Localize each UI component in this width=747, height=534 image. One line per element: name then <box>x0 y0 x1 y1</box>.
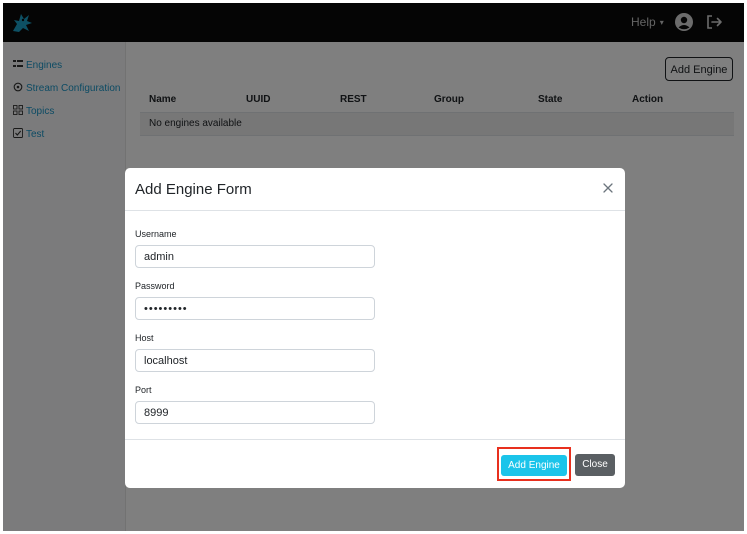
host-label: Host <box>135 333 154 343</box>
host-input[interactable] <box>135 349 375 372</box>
password-input[interactable] <box>135 297 375 320</box>
add-engine-modal: Add Engine Form Username Password Host P… <box>125 168 625 488</box>
port-input[interactable] <box>135 401 375 424</box>
password-label: Password <box>135 281 175 291</box>
highlight-box <box>497 447 571 481</box>
app-window: Help▾ Engines Stream Configuration Topic… <box>3 3 744 531</box>
port-label: Port <box>135 385 152 395</box>
close-button[interactable]: Close <box>575 454 615 476</box>
close-icon[interactable] <box>601 181 615 195</box>
modal-title: Add Engine Form <box>135 181 252 198</box>
username-label: Username <box>135 229 177 239</box>
username-input[interactable] <box>135 245 375 268</box>
modal-header-divider <box>125 210 625 211</box>
modal-footer-divider <box>125 439 625 440</box>
